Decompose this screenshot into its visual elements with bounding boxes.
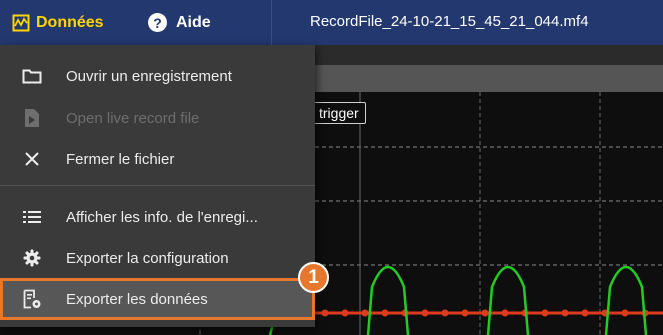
menu-aide-label: Aide xyxy=(176,13,211,31)
signal-marker xyxy=(621,309,629,317)
signal-marker xyxy=(341,309,349,317)
menu-item-label: Exporter la configuration xyxy=(66,249,229,267)
signal-marker xyxy=(581,309,589,317)
list-icon xyxy=(22,207,42,227)
signal-marker xyxy=(461,309,469,317)
folder-icon xyxy=(22,66,42,86)
close-icon xyxy=(22,149,42,169)
signal-marker xyxy=(481,309,489,317)
signal-marker xyxy=(541,309,549,317)
chart-wave-icon xyxy=(12,14,30,31)
step-badge: 1 xyxy=(298,262,329,293)
menu-item-label: Exporter les données xyxy=(66,290,208,308)
help-icon: ? xyxy=(148,13,167,32)
signal-marker xyxy=(381,309,389,317)
menu-item-record-info[interactable]: Afficher les info. de l'enregi... xyxy=(0,197,315,237)
menu-item-label: Open live record file xyxy=(66,109,200,127)
signal-trace-green xyxy=(366,265,410,335)
signal-marker xyxy=(561,309,569,317)
signal-marker xyxy=(361,309,369,317)
menu-donnees-label: Données xyxy=(36,13,104,31)
signal-trace-green xyxy=(486,265,530,335)
menu-item-label: Fermer le fichier xyxy=(66,150,175,168)
menu-aide[interactable]: ? Aide xyxy=(148,6,211,39)
signal-marker xyxy=(441,309,449,317)
export-data-icon xyxy=(22,289,42,309)
menubar-divider xyxy=(271,0,272,45)
file-title: RecordFile_24-10-21_15_45_21_044.mf4 xyxy=(310,13,589,30)
menu-item-export-config[interactable]: Exporter la configuration xyxy=(0,238,315,278)
menu-item-label: Ouvrir un enregistrement xyxy=(66,67,232,85)
donnees-dropdown-menu: Ouvrir un enregistrement Open live recor… xyxy=(0,45,315,327)
menu-item-open-record[interactable]: Ouvrir un enregistrement xyxy=(0,56,315,96)
gear-icon xyxy=(22,248,42,268)
signal-marker xyxy=(501,309,509,317)
play-file-icon xyxy=(22,108,42,128)
menu-item-export-data[interactable]: Exporter les données xyxy=(0,278,315,320)
signal-marker xyxy=(321,309,329,317)
trigger-button[interactable]: trigger xyxy=(312,102,366,124)
menu-item-close-file[interactable]: Fermer le fichier xyxy=(0,139,315,179)
signal-marker xyxy=(421,309,429,317)
menu-item-open-live-record[interactable]: Open live record file xyxy=(0,98,315,138)
menubar: Données ? Aide RecordFile_24-10-21_15_45… xyxy=(0,0,663,45)
signal-trace-green xyxy=(604,265,648,335)
menu-divider xyxy=(0,185,315,186)
menu-donnees[interactable]: Données xyxy=(6,6,129,39)
menu-item-label: Afficher les info. de l'enregi... xyxy=(66,208,258,226)
